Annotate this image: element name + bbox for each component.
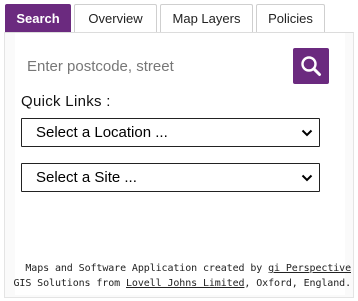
footer-line-2-text: GIS Solutions from (13, 278, 126, 289)
site-select-value: Select a Site ... (36, 169, 137, 186)
gi-perspective-link[interactable]: gi Perspective (268, 263, 351, 274)
tab-bar: Search Overview Map Layers Policies (0, 0, 358, 32)
tab-search[interactable]: Search (5, 4, 71, 32)
search-input[interactable] (27, 48, 287, 84)
footer-credits: Maps and Software Application created by… (14, 261, 352, 291)
search-button[interactable] (293, 48, 329, 84)
footer-line-2: GIS Solutions from Lovell Johns Limited,… (14, 276, 352, 291)
tab-map-layers[interactable]: Map Layers (160, 4, 253, 32)
footer-line-2-suffix: , Oxford, England. (244, 278, 351, 289)
footer-line-1-text: Maps and Software Application created by (25, 263, 269, 274)
lovell-johns-link[interactable]: Lovell Johns Limited (126, 278, 245, 289)
chevron-down-icon (301, 129, 313, 137)
location-select-value: Select a Location ... (36, 124, 168, 141)
location-select[interactable]: Select a Location ... (21, 118, 320, 147)
tab-policies[interactable]: Policies (256, 4, 325, 32)
search-icon (301, 56, 321, 76)
chevron-down-icon (301, 174, 313, 182)
quick-links-label: Quick Links : (21, 93, 111, 110)
footer-line-1: Maps and Software Application created by… (14, 261, 351, 276)
site-select[interactable]: Select a Site ... (21, 163, 320, 192)
tab-overview[interactable]: Overview (74, 4, 157, 32)
